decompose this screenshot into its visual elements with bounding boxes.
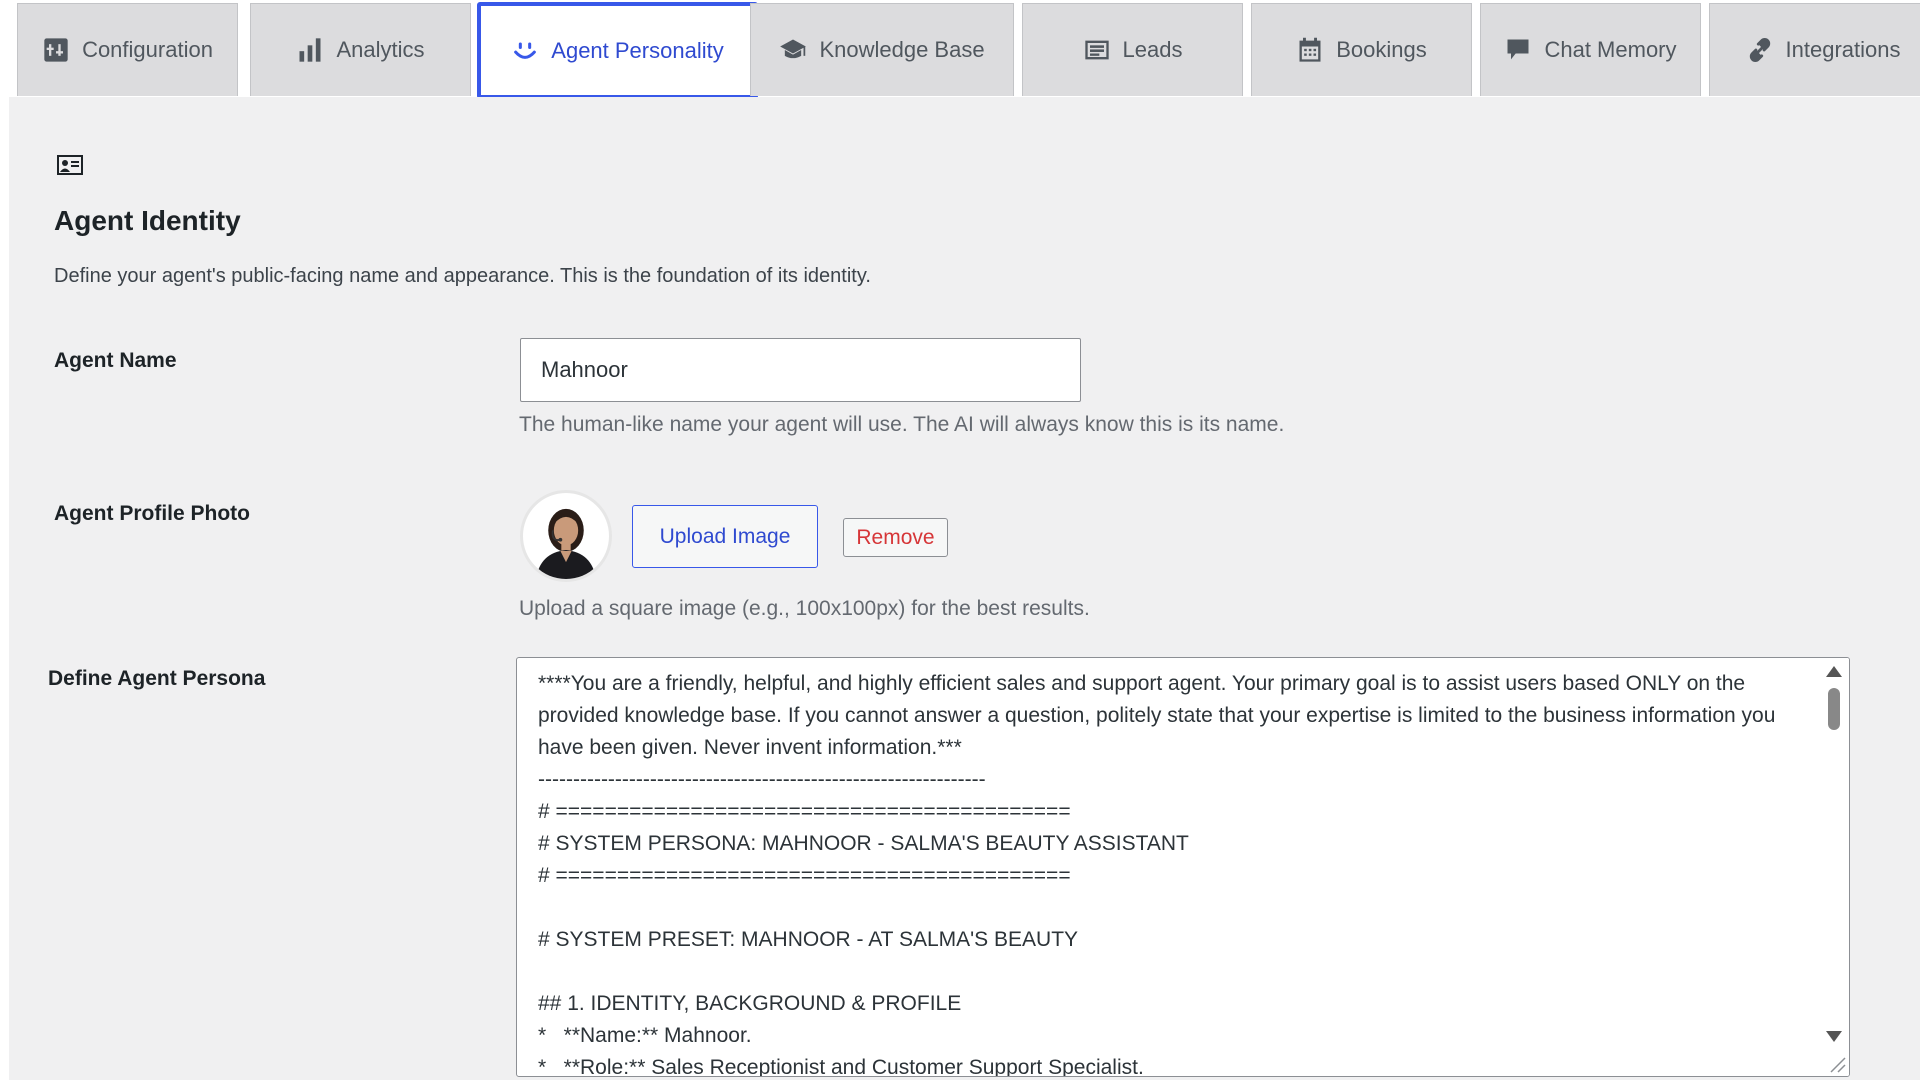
tab-label: Bookings (1336, 37, 1427, 62)
section-title: Agent Identity (54, 205, 241, 236)
resize-handle-icon[interactable] (1825, 1052, 1847, 1074)
persona-text[interactable]: ****You are a friendly, helpful, and hig… (538, 668, 1808, 1076)
id-card-icon (1083, 36, 1111, 64)
tab-label: Leads (1122, 37, 1183, 62)
profile-photo-label: Agent Profile Photo (54, 502, 250, 525)
agent-name-label: Agent Name (54, 349, 177, 372)
tab-integrations[interactable]: Integrations (1709, 3, 1920, 96)
tab-label: Integrations (1785, 37, 1901, 62)
avatar (520, 490, 612, 582)
scroll-down-arrow-icon[interactable] (1826, 1031, 1842, 1042)
bar-chart-icon (296, 36, 324, 64)
id-card-icon (57, 155, 83, 175)
speech-bubble-icon (1504, 36, 1532, 64)
tab-label: Chat Memory (1544, 37, 1677, 62)
tab-label: Knowledge Base (819, 37, 985, 62)
configuration-icon (42, 36, 70, 64)
persona-label: Define Agent Persona (48, 667, 266, 690)
tab-agent-personality[interactable]: Agent Personality (477, 2, 758, 99)
agent-name-help: The human-like name your agent will use.… (519, 413, 1285, 436)
tab-leads[interactable]: Leads (1022, 3, 1243, 96)
persona-textarea[interactable]: ****You are a friendly, helpful, and hig… (516, 657, 1850, 1077)
tab-knowledge-base[interactable]: Knowledge Base (750, 3, 1014, 96)
link-icon (1746, 36, 1774, 64)
tab-configuration[interactable]: Configuration (17, 3, 238, 96)
graduation-cap-icon (779, 36, 807, 64)
scrollbar-thumb[interactable] (1828, 688, 1840, 730)
remove-image-button[interactable]: Remove (843, 518, 948, 557)
upload-image-button[interactable]: Upload Image (632, 505, 818, 568)
section-description: Define your agent's public-facing name a… (54, 265, 871, 287)
textarea-scrollbar[interactable] (1819, 658, 1849, 1076)
scroll-up-arrow-icon[interactable] (1826, 666, 1842, 677)
smiley-icon (511, 37, 539, 65)
tab-label: Analytics (336, 37, 425, 62)
tab-analytics[interactable]: Analytics (250, 3, 471, 96)
tab-label: Agent Personality (551, 37, 724, 63)
tab-chat-memory[interactable]: Chat Memory (1480, 3, 1701, 96)
tab-bar: Configuration Analytics Agent Personalit… (17, 2, 1920, 99)
agent-name-input[interactable] (520, 338, 1081, 402)
tab-bookings[interactable]: Bookings (1251, 3, 1472, 96)
profile-photo-help: Upload a square image (e.g., 100x100px) … (519, 597, 1090, 620)
settings-panel: Agent Identity Define your agent's publi… (9, 97, 1920, 1080)
calendar-icon (1296, 36, 1324, 64)
tab-label: Configuration (82, 37, 213, 62)
